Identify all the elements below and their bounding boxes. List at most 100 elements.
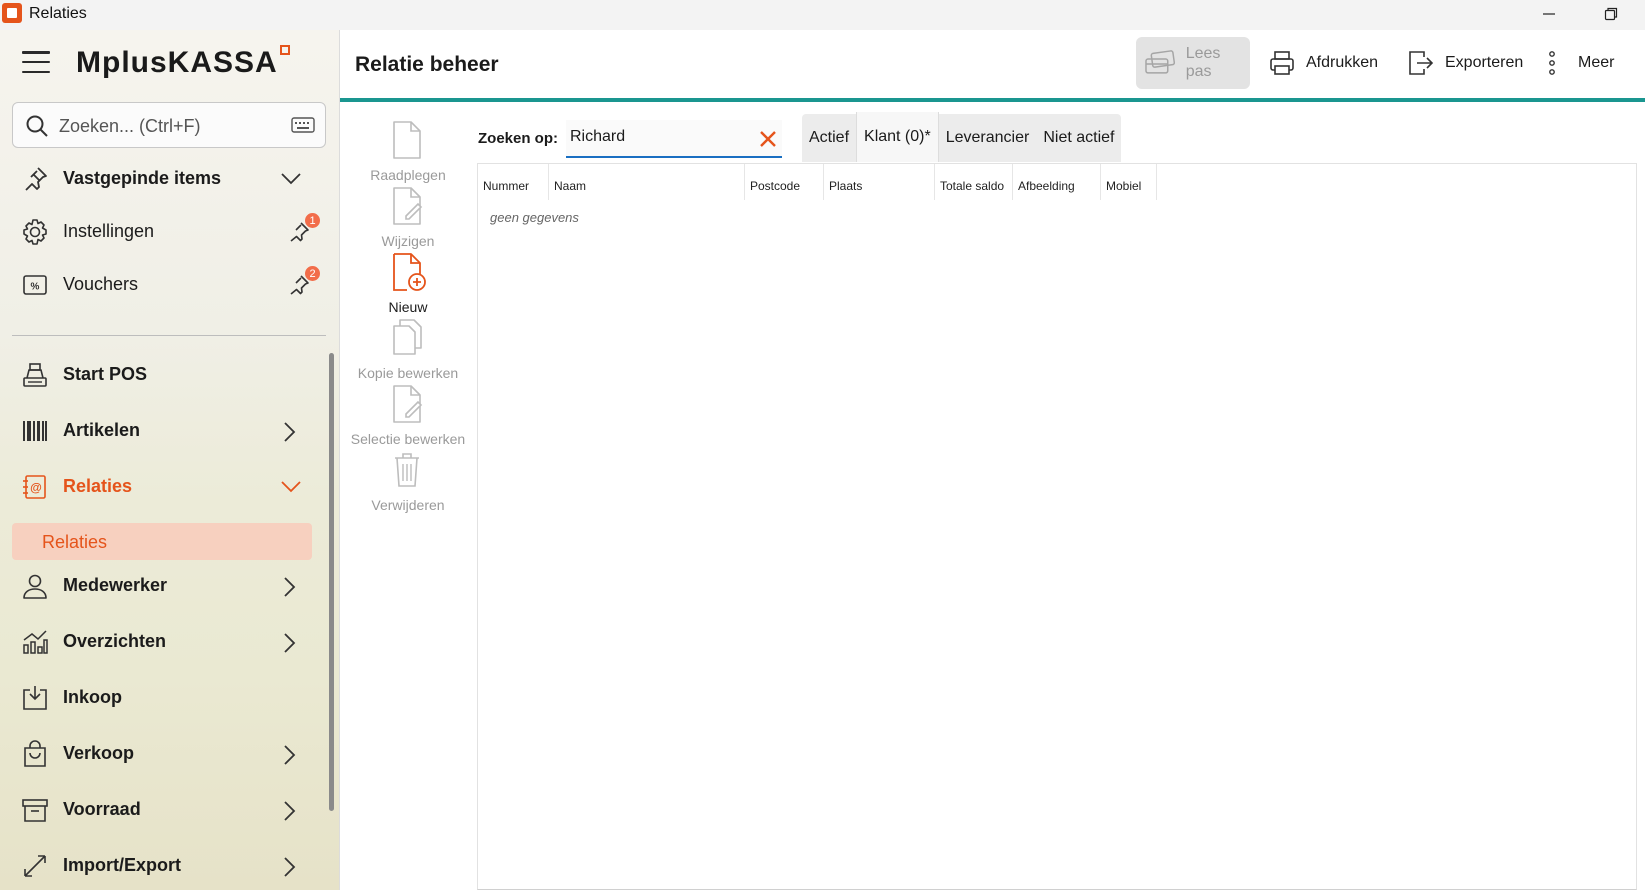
sidebar-item-voorraad[interactable]: Voorraad (0, 785, 339, 833)
zoeken-op-value: Richard (570, 128, 626, 145)
card-reader-icon (1145, 50, 1176, 74)
sidebar-subitem-label: Relaties (42, 532, 108, 552)
meer-button[interactable]: Meer (1544, 37, 1614, 89)
restore-button[interactable] (1588, 0, 1634, 28)
main-content: Relatie beheer Lees pas Afdrukken Export… (340, 30, 1645, 890)
mpluskassa-logo: MplusKASSA (76, 45, 290, 80)
tab-niet-actief[interactable]: Niet actief (1036, 114, 1121, 162)
inbox-icon (20, 683, 50, 713)
chevron-right-icon (284, 633, 296, 653)
header-accent-bar (340, 98, 1645, 102)
column-header-naam[interactable]: Naam (549, 164, 745, 200)
sidebar-item-pinned[interactable]: Vastgepinde items (0, 154, 339, 202)
sidebar-item-label: Inkoop (63, 687, 122, 707)
chevron-right-icon (284, 422, 296, 442)
search-icon (26, 115, 48, 137)
verwijderen-button[interactable]: Verwijderen (340, 450, 476, 516)
gear-icon (20, 217, 50, 247)
selectie-bewerken-button[interactable]: Selectie bewerken (340, 384, 476, 450)
tab-leverancier[interactable]: Leverancier (939, 114, 1037, 162)
exporteren-label: Exporteren (1445, 54, 1524, 71)
sidebar-item-label: Relaties (63, 476, 133, 496)
sidebar-item-label: Overzichten (63, 631, 167, 651)
page-title: Relatie beheer (355, 53, 499, 76)
meer-label: Meer (1578, 54, 1615, 71)
sidebar-item-instellingen[interactable]: Instellingen 1 (0, 207, 339, 255)
column-header-postcode[interactable]: Postcode (745, 164, 824, 200)
tab-actief[interactable]: Actief (802, 114, 856, 162)
more-vertical-icon (1549, 51, 1555, 75)
raadplegen-label: Raadplegen (370, 167, 446, 183)
kopie-bewerken-button[interactable]: Kopie bewerken (340, 318, 476, 384)
nieuw-button[interactable]: Nieuw (340, 252, 476, 318)
sidebar-item-label: Start POS (63, 364, 148, 384)
clear-icon[interactable] (758, 129, 778, 149)
column-header-afbeelding[interactable]: Afbeelding (1013, 164, 1101, 200)
sidebar-item-start-pos[interactable]: Start POS (0, 350, 339, 398)
sidebar-item-verkoop[interactable]: Verkoop (0, 729, 339, 777)
archive-box-icon (20, 795, 50, 825)
sidebar-item-medewerker[interactable]: Medewerker (0, 561, 339, 609)
sidebar-item-relaties[interactable]: @ Relaties (0, 462, 339, 510)
empty-state-text: geen gegevens (490, 210, 579, 225)
new-document-icon (393, 253, 426, 291)
zoeken-op-input[interactable]: Richard (566, 120, 782, 158)
printer-icon (1270, 51, 1294, 75)
wijzigen-label: Wijzigen (381, 233, 435, 249)
cash-register-icon (20, 360, 50, 390)
raadplegen-button[interactable]: Raadplegen (340, 120, 476, 186)
lees-pas-button[interactable]: Lees pas (1136, 37, 1250, 89)
afdrukken-label: Afdrukken (1306, 54, 1379, 71)
sidebar-item-import-export[interactable]: Import/Export (0, 841, 339, 889)
relations-table: Nummer Naam Postcode Plaats Totale saldo… (477, 163, 1637, 890)
user-icon (20, 571, 50, 601)
document-icon (393, 121, 421, 159)
contacts-icon: @ (20, 472, 50, 502)
chevron-right-icon (284, 577, 296, 597)
column-header-nummer[interactable]: Nummer (478, 164, 549, 200)
restore-icon (1604, 7, 1618, 21)
sidebar-item-overzichten[interactable]: Overzichten (0, 617, 339, 665)
export-icon (1409, 51, 1434, 75)
chart-icon (20, 627, 50, 657)
copy-icon (393, 319, 422, 355)
svg-text:%: % (31, 282, 40, 293)
app-icon (2, 3, 22, 23)
sidebar-item-label: Vouchers (63, 274, 139, 294)
sidebar-item-label: Instellingen (63, 221, 155, 241)
sidebar-item-artikelen[interactable]: Artikelen (0, 406, 339, 454)
minimize-button[interactable] (1526, 0, 1572, 28)
column-header-mobiel[interactable]: Mobiel (1101, 164, 1157, 200)
selectie-bewerken-label: Selectie bewerken (350, 431, 466, 447)
exporteren-button[interactable]: Exporteren (1407, 37, 1523, 89)
tab-klant[interactable]: Klant (0)* (856, 112, 939, 162)
sidebar-item-label: Import/Export (63, 855, 182, 875)
pin-badge: 2 (305, 266, 320, 281)
window-title: Relaties (29, 5, 87, 22)
svg-text:@: @ (30, 481, 42, 495)
page-header: Relatie beheer Lees pas Afdrukken Export… (340, 30, 1645, 98)
lees-pas-label: Lees pas (1185, 45, 1221, 80)
chevron-down-icon (281, 481, 301, 493)
wijzigen-button[interactable]: Wijzigen (340, 186, 476, 252)
pin-badge: 1 (305, 213, 320, 228)
barcode-icon (20, 416, 50, 446)
sidebar-item-inkoop[interactable]: Inkoop (0, 673, 339, 721)
voucher-icon: % (20, 270, 50, 300)
sidebar-item-label: Vastgepinde items (63, 168, 222, 188)
sidebar-scrollbar[interactable] (329, 353, 334, 811)
sidebar-item-vouchers[interactable]: % Vouchers 2 (0, 260, 339, 308)
column-header-plaats[interactable]: Plaats (824, 164, 935, 200)
afdrukken-button[interactable]: Afdrukken (1268, 37, 1378, 89)
column-header-totale-saldo[interactable]: Totale saldo (935, 164, 1013, 200)
sidebar-item-label: Artikelen (63, 420, 141, 440)
hamburger-menu-button[interactable] (20, 48, 52, 76)
edit-document-icon (393, 187, 423, 225)
search-input[interactable] (59, 113, 279, 139)
sidebar-search (12, 102, 326, 148)
keyboard-icon[interactable] (291, 116, 315, 134)
sidebar-subitem-relaties[interactable]: Relaties (12, 523, 312, 560)
trash-icon (395, 453, 419, 487)
import-export-icon (20, 851, 50, 881)
pin-icon (20, 164, 50, 194)
